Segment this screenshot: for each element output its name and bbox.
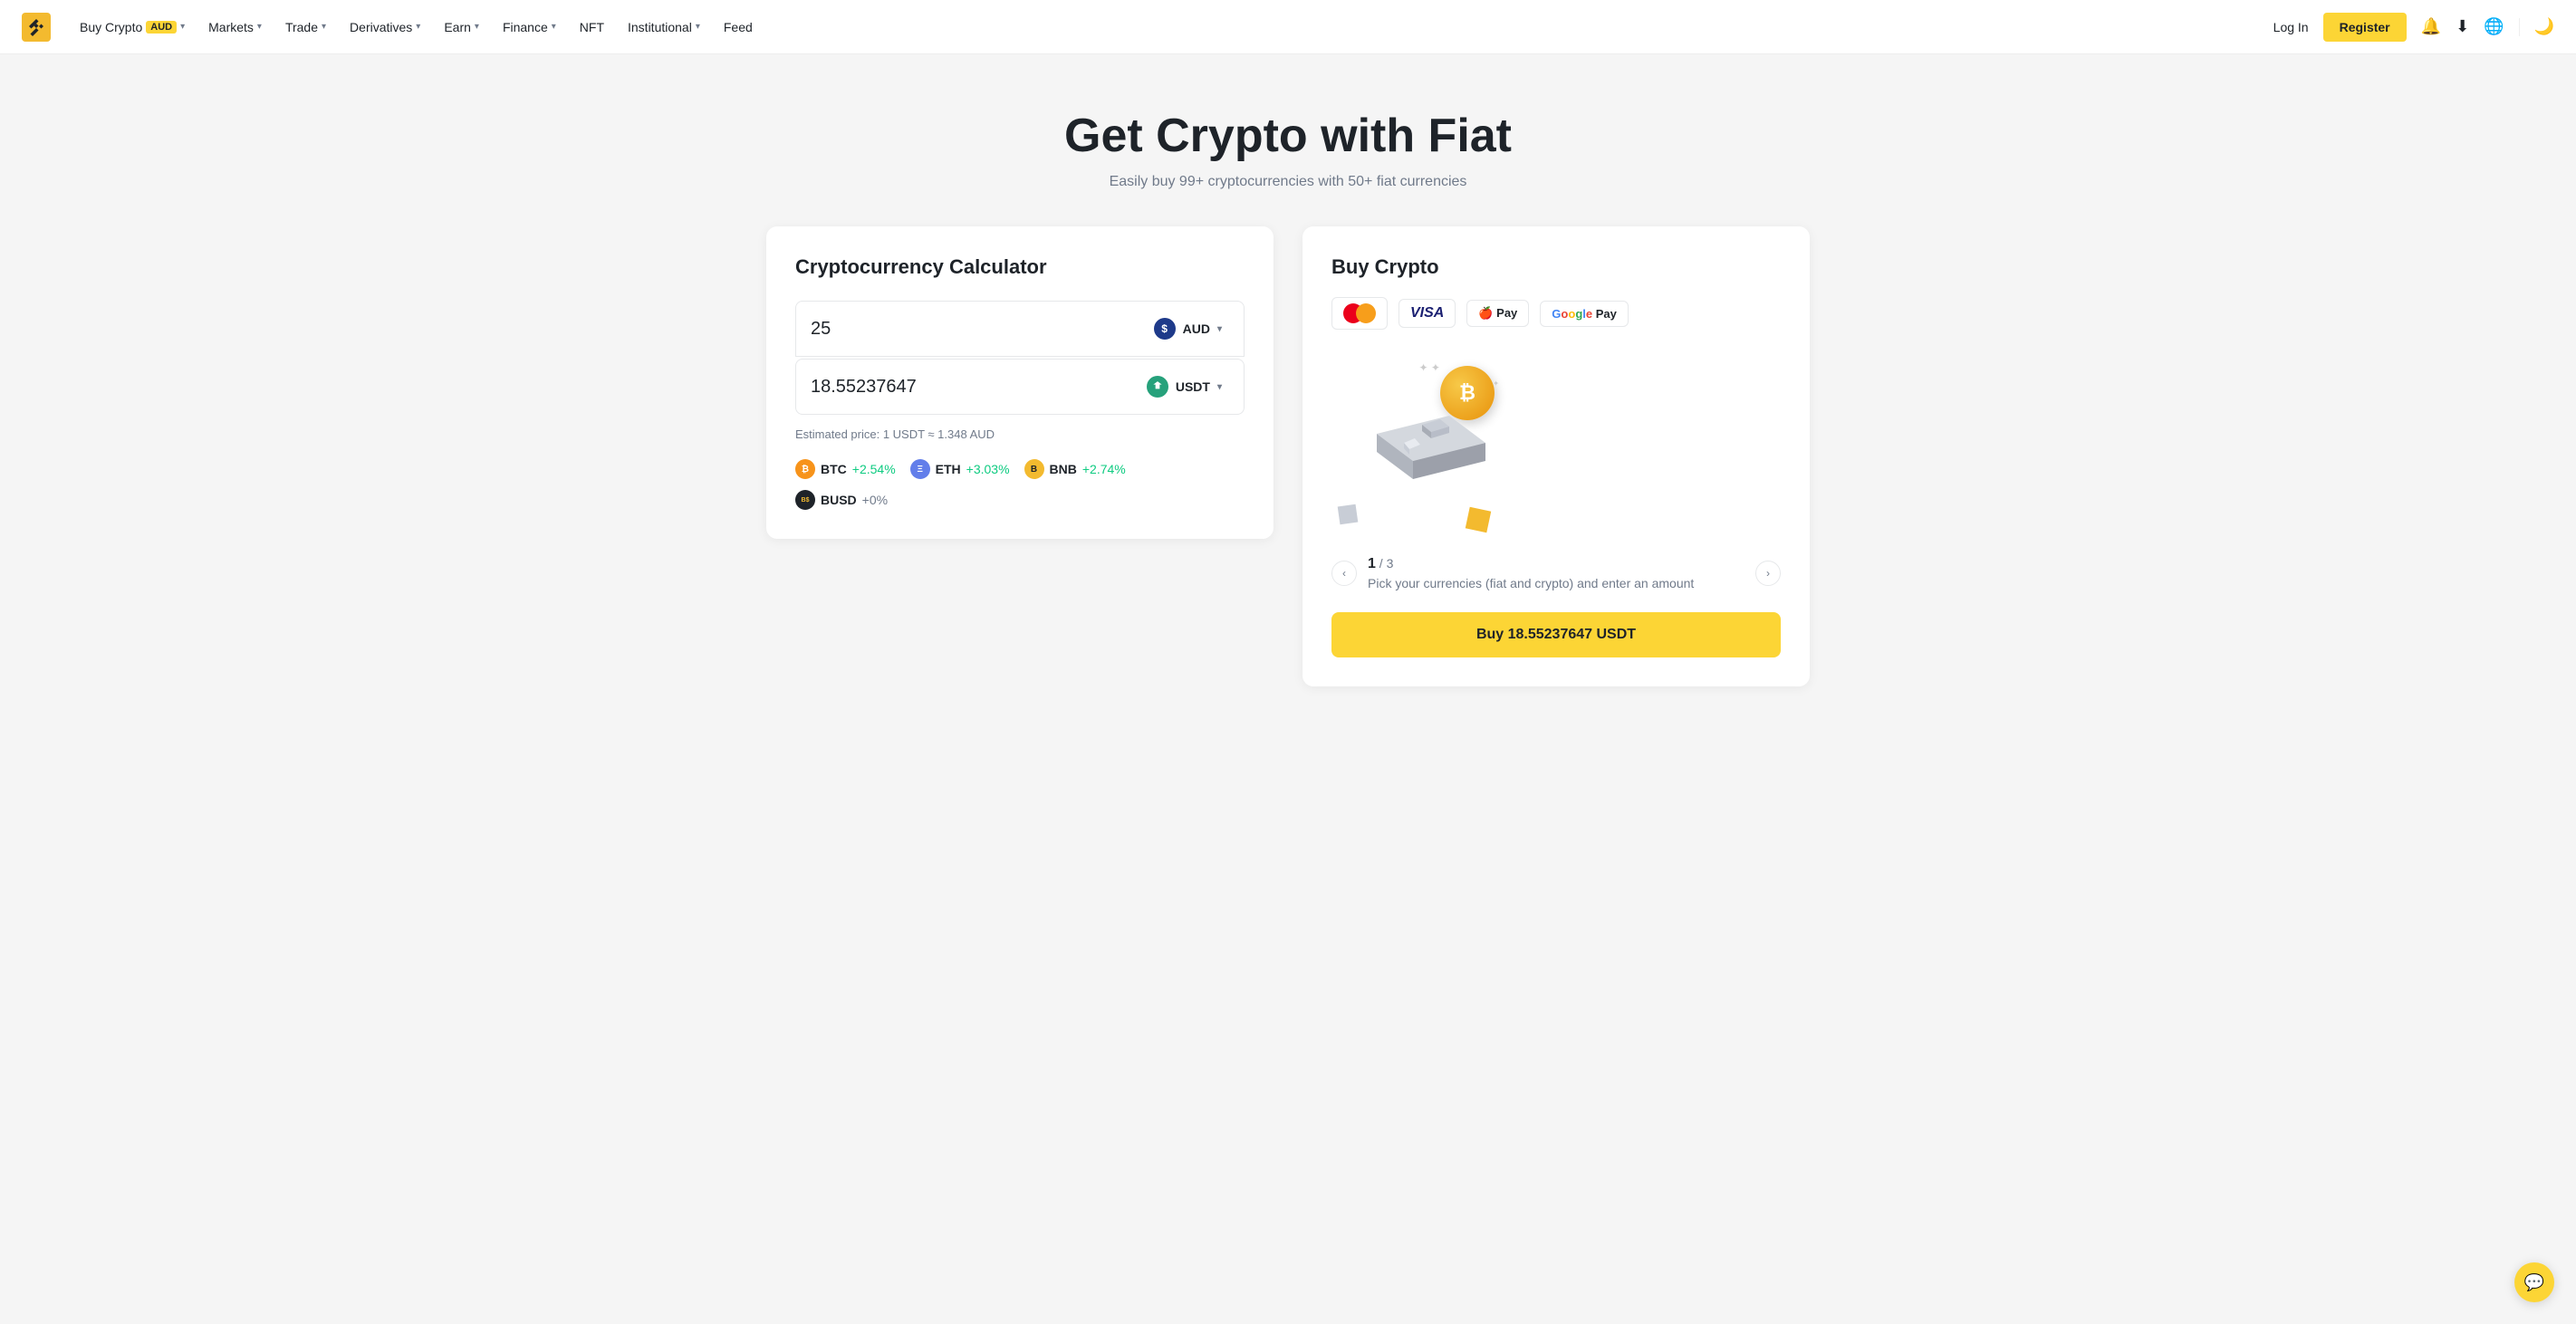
nav-items: Buy Crypto AUD ▾ Markets ▾ Trade ▾ Deriv… bbox=[69, 13, 2273, 42]
calculator-card: Cryptocurrency Calculator $ AUD ▾ USDT ▾ bbox=[766, 226, 1274, 539]
globe-icon[interactable]: 🌐 bbox=[2484, 17, 2504, 36]
nav-trade[interactable]: Trade ▾ bbox=[274, 13, 337, 42]
calculator-title: Cryptocurrency Calculator bbox=[795, 255, 1245, 279]
google-pay-icon: Google Pay bbox=[1540, 301, 1629, 327]
chevron-down-icon: ▾ bbox=[180, 22, 185, 32]
estimated-price: Estimated price: 1 USDT ≈ 1.348 AUD bbox=[795, 427, 1245, 441]
nav-right: Log In Register 🔔 ⬇ 🌐 🌙 bbox=[2273, 13, 2554, 42]
chevron-down-icon: ▾ bbox=[475, 22, 479, 32]
step-navigation: ‹ 1 / 3 Pick your currencies (fiat and c… bbox=[1331, 556, 1781, 590]
btc-icon: ₿ bbox=[795, 459, 815, 479]
crypto-currency-selector[interactable]: USDT ▾ bbox=[1139, 372, 1229, 401]
gray-cube bbox=[1338, 504, 1359, 525]
bnb-icon: B bbox=[1024, 459, 1044, 479]
download-icon[interactable]: ⬇ bbox=[2456, 17, 2469, 36]
login-button[interactable]: Log In bbox=[2273, 20, 2309, 34]
prev-step-button[interactable]: ‹ bbox=[1331, 561, 1357, 586]
eth-coin-item[interactable]: Ξ ETH +3.03% bbox=[910, 459, 1010, 479]
mastercard-icon bbox=[1331, 297, 1388, 330]
usdt-icon bbox=[1147, 376, 1168, 398]
chevron-down-icon: ▾ bbox=[322, 22, 326, 32]
buy-crypto-card: Buy Crypto VISA 🍎 Pay Google Pay bbox=[1302, 226, 1810, 686]
chat-button[interactable]: 💬 bbox=[2514, 1262, 2554, 1302]
chevron-down-icon: ▾ bbox=[1217, 324, 1222, 334]
next-step-button[interactable]: › bbox=[1755, 561, 1781, 586]
coins-row-2: B$ BUSD +0% bbox=[795, 490, 1245, 510]
crypto-amount-input[interactable] bbox=[811, 377, 1139, 398]
coins-row: ₿ BTC +2.54% Ξ ETH +3.03% B BNB +2.74% bbox=[795, 459, 1245, 479]
nav-nft[interactable]: NFT bbox=[569, 13, 615, 42]
yellow-cube bbox=[1466, 507, 1491, 532]
chat-icon: 💬 bbox=[2524, 1273, 2544, 1292]
payment-methods: VISA 🍎 Pay Google Pay bbox=[1331, 297, 1781, 330]
eth-icon: Ξ bbox=[910, 459, 930, 479]
sparkle-decoration-2: ✦ bbox=[1493, 379, 1499, 388]
chevron-down-icon: ▾ bbox=[696, 22, 700, 32]
navbar: Buy Crypto AUD ▾ Markets ▾ Trade ▾ Deriv… bbox=[0, 0, 2576, 54]
buy-button[interactable]: Buy 18.55237647 USDT bbox=[1331, 612, 1781, 657]
step-counter: 1 / 3 bbox=[1368, 556, 1745, 572]
chevron-down-icon: ▾ bbox=[552, 22, 556, 32]
fiat-amount-input[interactable] bbox=[811, 319, 1147, 340]
nav-feed[interactable]: Feed bbox=[713, 13, 764, 42]
busd-icon: B$ bbox=[795, 490, 815, 510]
nav-institutional[interactable]: Institutional ▾ bbox=[617, 13, 711, 42]
divider bbox=[2519, 18, 2520, 36]
aud-icon: $ bbox=[1154, 318, 1176, 340]
logo[interactable] bbox=[22, 13, 51, 42]
main-content: Cryptocurrency Calculator $ AUD ▾ USDT ▾ bbox=[745, 226, 1831, 741]
theme-icon[interactable]: 🌙 bbox=[2534, 17, 2554, 36]
sparkle-decoration: ✦ ✦ bbox=[1419, 361, 1440, 374]
hero-title: Get Crypto with Fiat bbox=[22, 109, 2554, 163]
notification-icon[interactable]: 🔔 bbox=[2421, 17, 2441, 36]
crypto-input-row: USDT ▾ bbox=[795, 359, 1245, 415]
step-description: Pick your currencies (fiat and crypto) a… bbox=[1368, 576, 1745, 590]
fiat-currency-selector[interactable]: $ AUD ▾ bbox=[1147, 314, 1229, 343]
chevron-down-icon: ▾ bbox=[1217, 382, 1222, 392]
bnb-coin-item[interactable]: B BNB +2.74% bbox=[1024, 459, 1126, 479]
visa-icon: VISA bbox=[1399, 299, 1456, 328]
btc-coin-item[interactable]: ₿ BTC +2.54% bbox=[795, 459, 896, 479]
hero-subtitle: Easily buy 99+ cryptocurrencies with 50+… bbox=[22, 174, 2554, 190]
nav-earn[interactable]: Earn ▾ bbox=[433, 13, 490, 42]
hero-section: Get Crypto with Fiat Easily buy 99+ cryp… bbox=[0, 54, 2576, 226]
busd-coin-item[interactable]: B$ BUSD +0% bbox=[795, 490, 888, 510]
fiat-input-row: $ AUD ▾ bbox=[795, 301, 1245, 357]
step-info: 1 / 3 Pick your currencies (fiat and cry… bbox=[1368, 556, 1745, 590]
register-button[interactable]: Register bbox=[2323, 13, 2407, 42]
nav-markets[interactable]: Markets ▾ bbox=[197, 13, 273, 42]
nav-buy-crypto[interactable]: Buy Crypto AUD ▾ bbox=[69, 13, 196, 42]
crypto-illustration: ₿ ✦ ✦ ✦ bbox=[1331, 357, 1504, 538]
nav-derivatives[interactable]: Derivatives ▾ bbox=[339, 13, 431, 42]
chevron-down-icon: ▾ bbox=[257, 22, 262, 32]
nav-finance[interactable]: Finance ▾ bbox=[492, 13, 567, 42]
buy-crypto-title: Buy Crypto bbox=[1331, 255, 1781, 279]
apple-pay-icon: 🍎 Pay bbox=[1466, 300, 1529, 327]
chevron-down-icon: ▾ bbox=[416, 22, 420, 32]
mc-orange-circle bbox=[1356, 303, 1376, 323]
